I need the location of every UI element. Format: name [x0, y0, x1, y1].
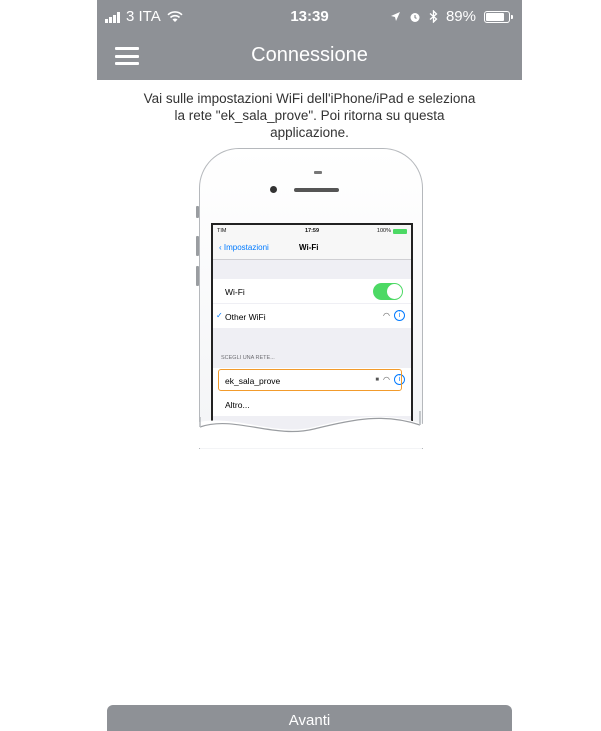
- earpiece-speaker: [294, 188, 339, 192]
- volume-up-button: [196, 236, 199, 256]
- info-icon: i: [394, 310, 405, 321]
- wifi-settings-illustration: TIM 17:59 100% ‹ Impostazioni Wi-Fi Wi-F…: [194, 148, 426, 449]
- mini-status-right: 100%: [377, 228, 407, 234]
- navigation-bar: Connessione: [97, 33, 522, 80]
- page-title: Connessione: [251, 44, 368, 66]
- mini-back-label: Impostazioni: [223, 243, 269, 252]
- mini-wifi-signal-icon: ◠: [383, 311, 390, 320]
- checkmark-icon: ✓: [216, 311, 223, 320]
- battery-level: [486, 12, 504, 21]
- app-screen: 3 ITA 13:39 89% Connessione Vai sulle im…: [97, 0, 522, 731]
- mini-back-link: ‹ Impostazioni: [219, 243, 269, 252]
- mini-current-network-icons: ◠ i: [383, 310, 405, 321]
- highlight-frame: [218, 369, 402, 391]
- mini-status-bar: TIM 17:59 100%: [213, 225, 411, 237]
- mini-wifi-label: Wi-Fi: [225, 287, 245, 297]
- torn-paper-edge: [194, 411, 426, 448]
- mini-battery-percent: 100%: [376, 228, 391, 234]
- proximity-sensor: [314, 171, 322, 174]
- bluetooth-icon: [429, 10, 438, 23]
- mini-current-network: Other WiFi: [225, 312, 266, 322]
- mute-switch: [196, 206, 199, 218]
- instructions-text: Vai sulle impostazioni WiFi dell'iPhone/…: [143, 91, 476, 140]
- mini-wifi-toggle-row: Wi-Fi: [213, 279, 411, 303]
- location-arrow-icon: [390, 12, 400, 21]
- volume-down-button: [196, 266, 199, 286]
- next-button[interactable]: Avanti: [107, 705, 512, 731]
- mini-nav-title: Wi-Fi: [299, 243, 319, 252]
- status-right: 89%: [390, 8, 513, 25]
- mini-section-header: SCEGLI UNA RETE...: [221, 355, 275, 361]
- alarm-icon: [410, 12, 420, 22]
- mini-battery-icon: [393, 228, 407, 234]
- battery-icon: [484, 10, 513, 23]
- mini-wifi-toggle: [373, 283, 403, 300]
- front-camera: [270, 186, 277, 193]
- mini-nav-bar: ‹ Impostazioni Wi-Fi: [213, 237, 411, 260]
- status-bar: 3 ITA 13:39 89%: [97, 0, 522, 33]
- battery-percent: 89%: [445, 8, 476, 25]
- mini-current-network-row: ✓ Other WiFi ◠ i: [213, 304, 411, 328]
